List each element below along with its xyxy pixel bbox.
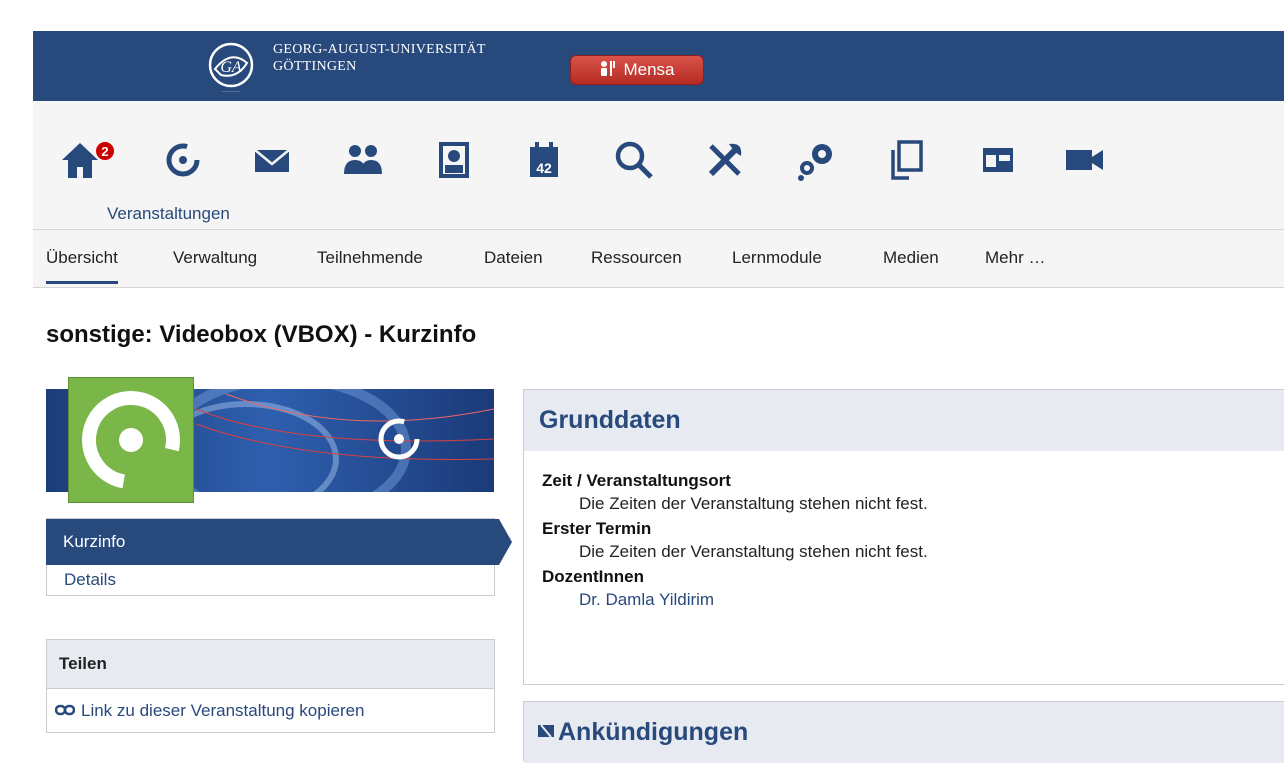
sidenav-details-label: Details <box>64 570 116 589</box>
tools-icon[interactable] <box>702 137 748 183</box>
sidenav-details[interactable]: Details <box>47 565 494 595</box>
course-sidebar-nav: Kurzinfo Details <box>46 518 512 596</box>
svg-text:42: 42 <box>536 160 552 176</box>
tab-ressourcen[interactable]: Ressourcen <box>591 248 682 268</box>
files-icon[interactable] <box>884 137 930 183</box>
share-title: Teilen <box>47 640 494 688</box>
mail-icon[interactable] <box>249 137 295 183</box>
ankuendigungen-box: Ankündigungen <box>523 701 1284 763</box>
value-erster-termin: Die Zeiten der Veranstaltung stehen nich… <box>579 542 928 561</box>
calendar-icon[interactable]: 42 <box>521 137 567 183</box>
link-icon <box>54 701 76 721</box>
ankuendigungen-header: Ankündigungen <box>524 702 1284 763</box>
mensa-button[interactable]: Mensa <box>570 55 704 85</box>
sidenav-kurzinfo-label: Kurzinfo <box>63 532 126 551</box>
dashboard-icon[interactable] <box>975 137 1021 183</box>
tab-dateien[interactable]: Dateien <box>484 248 543 268</box>
courses-icon[interactable] <box>160 137 206 183</box>
notification-badge[interactable]: 2 <box>94 140 116 162</box>
university-name-line2: GÖTTINGEN <box>273 59 357 74</box>
search-icon[interactable] <box>611 137 657 183</box>
label-erster-termin: Erster Termin <box>542 519 652 538</box>
sidenav-kurzinfo[interactable]: Kurzinfo <box>46 519 512 565</box>
share-widget: Teilen Link zu dieser Veranstaltung kopi… <box>46 639 495 733</box>
grunddaten-title: Grunddaten <box>524 390 1284 451</box>
grunddaten-box: Grunddaten Zeit / Veranstaltungsort Die … <box>523 389 1284 685</box>
copy-link-label: Link zu dieser Veranstaltung kopieren <box>81 700 365 720</box>
course-avatar <box>68 377 194 503</box>
main-navigation: 2 42 Veranstaltungen <box>33 101 1284 229</box>
grunddaten-list: Zeit / Veranstaltungsort Die Zeiten der … <box>524 451 1284 611</box>
university-logo[interactable]: GA ········· <box>201 39 261 95</box>
video-icon[interactable] <box>1061 137 1107 183</box>
profile-icon[interactable] <box>431 137 477 183</box>
tab-verwaltung[interactable]: Verwaltung <box>173 248 257 268</box>
value-zeit-ort: Die Zeiten der Veranstaltung stehen nich… <box>579 494 928 513</box>
tab-teilnehmende[interactable]: Teilnehmende <box>317 248 423 268</box>
university-name-line1: GEORG-AUGUST-UNIVERSITÄT <box>273 42 486 57</box>
announcement-icon <box>536 718 556 747</box>
active-nav-label: Veranstaltungen <box>107 204 230 223</box>
svg-text:·········: ········· <box>222 89 240 95</box>
label-zeit-ort: Zeit / Veranstaltungsort <box>542 471 731 490</box>
tab-uebersicht[interactable]: Übersicht <box>46 248 118 284</box>
svg-text:GA: GA <box>220 59 242 76</box>
community-icon[interactable] <box>340 137 386 183</box>
tab-medien[interactable]: Medien <box>883 248 939 268</box>
university-name[interactable]: GEORG-AUGUST-UNIVERSITÄT GÖTTINGEN <box>273 41 486 75</box>
lecturer-link[interactable]: Dr. Damla Yildirim <box>542 588 1284 611</box>
admin-icon[interactable] <box>793 137 839 183</box>
mensa-label: Mensa <box>623 60 675 79</box>
cutlery-icon <box>599 59 617 82</box>
ankuendigungen-title: Ankündigungen <box>558 718 749 746</box>
label-dozentinnen: DozentInnen <box>542 567 644 586</box>
university-header: GA ········· GEORG-AUGUST-UNIVERSITÄT GÖ… <box>33 31 1284 101</box>
course-tabs: Übersicht Verwaltung Teilnehmende Dateie… <box>33 229 1284 288</box>
tab-lernmodule[interactable]: Lernmodule <box>732 248 822 268</box>
tab-mehr[interactable]: Mehr … <box>985 248 1045 268</box>
page-title: sonstige: Videobox (VBOX) - Kurzinfo <box>46 321 477 348</box>
copy-link-button[interactable]: Link zu dieser Veranstaltung kopieren <box>47 688 494 732</box>
